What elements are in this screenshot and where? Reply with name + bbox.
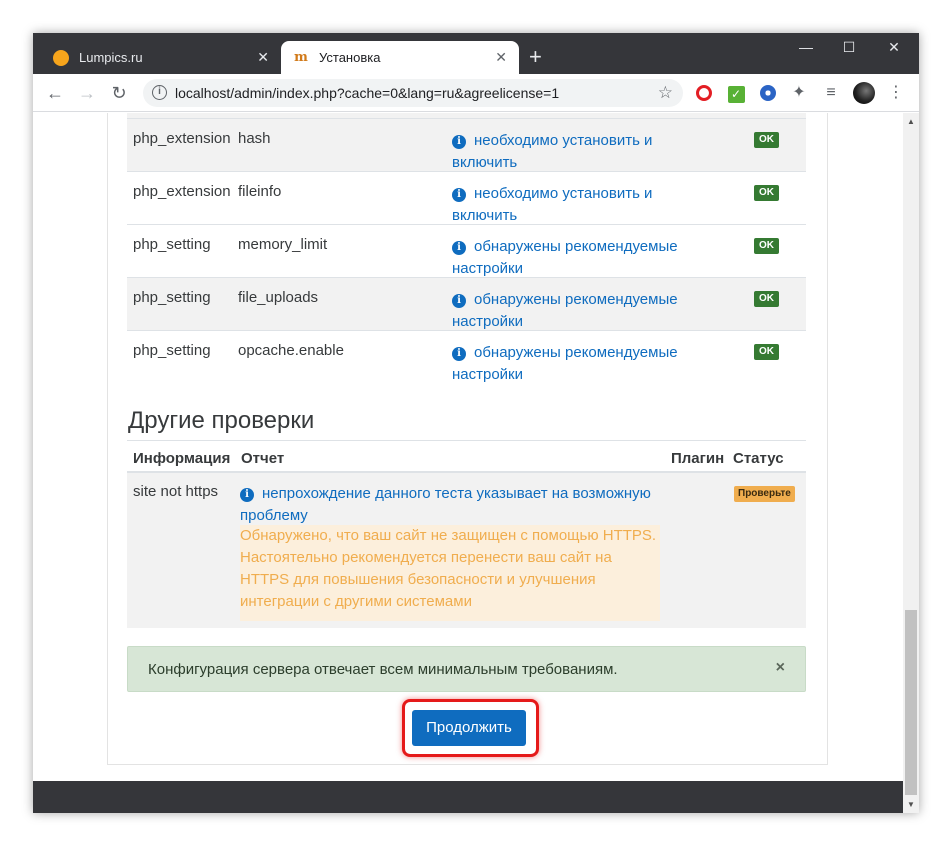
close-window-button[interactable]: ✕	[871, 39, 917, 56]
minimize-button[interactable]: —	[783, 39, 829, 55]
check-name: file_uploads	[238, 289, 319, 306]
status-badge: OK	[754, 291, 779, 307]
extensions-puzzle-icon[interactable]: ✦	[789, 83, 809, 103]
vertical-scrollbar[interactable]: ▲ ▼	[903, 113, 919, 813]
scrollbar-thumb[interactable]	[905, 610, 917, 795]
check-type: php_extension	[133, 183, 231, 200]
status-badge: Проверьте	[734, 486, 795, 502]
table-row: php_extension fileinfo i необходимо устан…	[127, 171, 806, 224]
globe-extension-icon[interactable]	[758, 83, 778, 103]
table-row: site not https i непрохождение данного те…	[127, 473, 806, 628]
browser-menu-icon[interactable]: ⋮	[888, 82, 904, 102]
info-icon: i	[452, 188, 466, 202]
table-row: php_extension hash i необходимо установит…	[127, 118, 806, 171]
lumpics-favicon-icon	[53, 49, 69, 66]
header-info: Информация	[133, 450, 231, 467]
status-badge: OK	[754, 132, 779, 148]
browser-toolbar: ← → ↻ i localhost/admin/index.php?cache=…	[33, 74, 919, 112]
header-plugin: Плагин	[671, 450, 725, 467]
report-text[interactable]: обнаружены рекомендуемые настройки	[452, 238, 678, 277]
checkmark-extension-icon[interactable]: ✓	[726, 83, 746, 103]
info-icon: i	[452, 347, 466, 361]
browser-window: Lumpics.ru ✕ m Установка ✕ + — ☐ ✕ ← → ↻…	[33, 33, 919, 813]
page-viewport: php_extension hash i необходимо установит…	[33, 113, 903, 781]
check-name: opcache.enable	[238, 342, 344, 359]
report-text[interactable]: необходимо установить и включить	[452, 132, 652, 171]
table-row: php_setting opcache.enable i обнаружены р…	[127, 330, 806, 383]
success-alert: Конфигурация сервера отвечает всем миним…	[127, 646, 806, 692]
section-title: Другие проверки	[128, 407, 315, 434]
info-icon: i	[452, 135, 466, 149]
tab-title: Lumpics.ru	[79, 50, 143, 65]
status-badge: OK	[754, 344, 779, 360]
scroll-up-icon[interactable]: ▲	[907, 117, 915, 126]
back-button[interactable]: ←	[43, 81, 67, 105]
alert-close-icon[interactable]: ×	[776, 659, 785, 677]
tab-lumpics[interactable]: Lumpics.ru ✕	[41, 41, 281, 74]
check-type: php_setting	[133, 289, 211, 306]
info-icon: i	[452, 241, 466, 255]
status-badge: OK	[754, 185, 779, 201]
table-header: Информация Отчет Плагин Статус	[127, 440, 806, 473]
bookmark-star-icon[interactable]: ☆	[658, 83, 673, 103]
opera-extension-icon[interactable]	[694, 83, 714, 103]
status-badge: OK	[754, 238, 779, 254]
php-checks-table: php_extension hash i необходимо установит…	[127, 113, 806, 383]
tab-installation[interactable]: m Установка ✕	[281, 41, 519, 74]
address-bar[interactable]: i localhost/admin/index.php?cache=0&lang…	[143, 79, 683, 107]
check-report-link[interactable]: i необходимо установить и включить	[452, 183, 702, 227]
https-warning: Обнаружено, что ваш сайт не защищен с по…	[240, 525, 660, 621]
continue-button[interactable]: Продолжить	[412, 710, 526, 746]
check-report-link[interactable]: i непрохождение данного теста указывает н…	[240, 483, 660, 527]
check-type: php_setting	[133, 342, 211, 359]
check-name: fileinfo	[238, 183, 282, 200]
header-status: Статус	[733, 450, 784, 467]
tab-title: Установка	[319, 50, 381, 65]
site-info-icon[interactable]: i	[152, 85, 167, 100]
info-icon: i	[240, 488, 254, 502]
check-info: site not https	[133, 483, 219, 500]
info-icon: i	[452, 294, 466, 308]
tab-close-icon[interactable]: ✕	[257, 49, 269, 65]
check-report-link[interactable]: i необходимо установить и включить	[452, 130, 702, 174]
report-text[interactable]: непрохождение данного теста указывает на…	[240, 485, 651, 524]
report-text[interactable]: необходимо установить и включить	[452, 185, 652, 224]
table-row: php_setting memory_limit i обнаружены рек…	[127, 224, 806, 277]
check-report-link[interactable]: i обнаружены рекомендуемые настройки	[452, 289, 702, 333]
check-type: php_setting	[133, 236, 211, 253]
url-text[interactable]: localhost/admin/index.php?cache=0&lang=r…	[175, 85, 559, 101]
page-footer	[33, 781, 903, 813]
table-row: php_setting file_uploads i обнаружены рек…	[127, 277, 806, 330]
report-text[interactable]: обнаружены рекомендуемые настройки	[452, 291, 678, 330]
check-report-link[interactable]: i обнаружены рекомендуемые настройки	[452, 342, 702, 386]
tab-close-icon[interactable]: ✕	[495, 49, 507, 65]
check-report-link[interactable]: i обнаружены рекомендуемые настройки	[452, 236, 702, 280]
check-name: memory_limit	[238, 236, 328, 253]
check-name: hash	[238, 130, 271, 147]
report-text[interactable]: обнаружены рекомендуемые настройки	[452, 344, 678, 383]
reading-list-icon[interactable]: ≡	[821, 83, 841, 103]
profile-avatar[interactable]	[853, 82, 875, 104]
header-report: Отчет	[241, 450, 285, 467]
check-type: php_extension	[133, 130, 231, 147]
new-tab-button[interactable]: +	[529, 45, 542, 69]
highlight-frame: Продолжить	[402, 699, 539, 757]
moodle-favicon-icon: m	[294, 49, 308, 65]
forward-button[interactable]: →	[75, 81, 99, 105]
scroll-down-icon[interactable]: ▼	[907, 800, 915, 809]
maximize-button[interactable]: ☐	[826, 39, 872, 56]
reload-button[interactable]: ↻	[107, 81, 131, 105]
other-checks-table: Информация Отчет Плагин Статус site not …	[127, 440, 806, 628]
title-bar: Lumpics.ru ✕ m Установка ✕ + — ☐ ✕	[33, 33, 919, 74]
alert-message: Конфигурация сервера отвечает всем миним…	[148, 661, 618, 678]
